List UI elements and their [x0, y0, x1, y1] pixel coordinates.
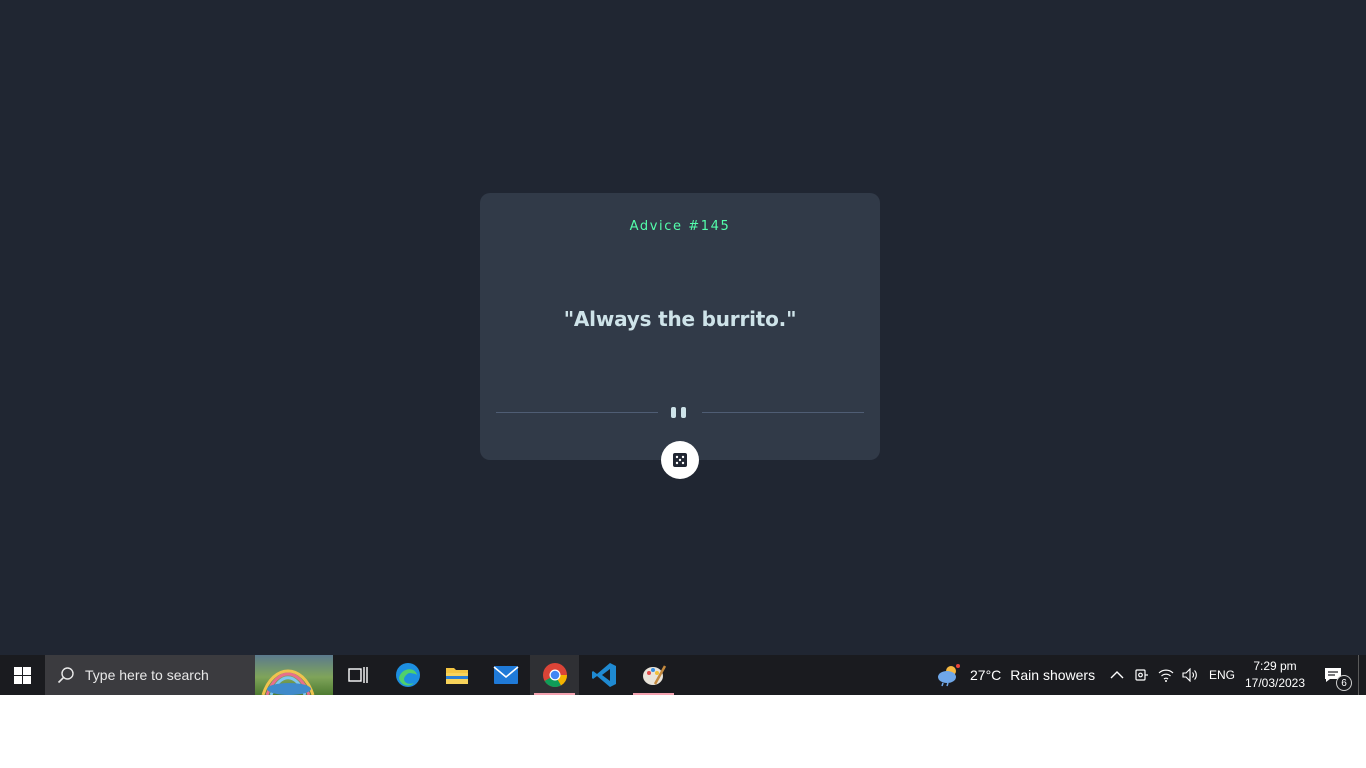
- advice-heading: Advice #145: [629, 219, 731, 234]
- vscode-taskbar-button[interactable]: [579, 655, 628, 695]
- chrome-icon: [542, 663, 567, 688]
- edge-taskbar-button[interactable]: [383, 655, 432, 695]
- pause-icon: [671, 407, 689, 419]
- action-center-button[interactable]: 6: [1316, 655, 1352, 695]
- browser-viewport: Advice #145 "Always the burrito.": [0, 0, 1366, 655]
- dice-icon: [673, 453, 687, 467]
- rain-cloud-icon: [938, 664, 960, 687]
- weather-widget[interactable]: 27°C Rain showers: [936, 655, 1095, 695]
- edge-icon: [395, 663, 420, 687]
- divider-line-right: [702, 412, 864, 413]
- new-advice-button[interactable]: [661, 441, 699, 479]
- pattern-divider: [496, 404, 864, 418]
- file-explorer-taskbar-button[interactable]: [432, 655, 481, 695]
- mail-taskbar-button[interactable]: [481, 655, 530, 695]
- language-indicator[interactable]: ENG: [1209, 655, 1235, 695]
- divider-line-left: [496, 412, 658, 413]
- taskbar-search-box[interactable]: Type here to search: [45, 655, 333, 696]
- search-highlight-image: [255, 655, 333, 696]
- volume-icon[interactable]: [1182, 668, 1198, 682]
- clock-time: 7:29 pm: [1253, 659, 1297, 673]
- start-button[interactable]: [0, 655, 44, 695]
- advice-quote: "Always the burrito.": [563, 307, 797, 331]
- file-explorer-icon: [445, 668, 468, 684]
- chrome-taskbar-button[interactable]: [530, 655, 579, 695]
- task-view-icon: [347, 667, 368, 683]
- clock-date: 17/03/2023: [1244, 676, 1306, 690]
- system-tray-icons: [1110, 655, 1198, 695]
- meet-now-icon[interactable]: [1134, 667, 1148, 683]
- paint-taskbar-button[interactable]: [629, 655, 678, 695]
- windows-logo-icon: [13, 666, 31, 684]
- windows-taskbar: Type here to search 27°C Rain showers EN…: [0, 655, 1366, 696]
- notification-count-badge: 6: [1336, 675, 1352, 691]
- weather-condition: Rain showers: [1010, 667, 1096, 683]
- paint-icon: [642, 665, 666, 685]
- mail-icon: [492, 666, 519, 684]
- search-icon: [57, 667, 74, 684]
- search-placeholder: Type here to search: [85, 667, 209, 683]
- clock[interactable]: 7:29 pm 17/03/2023: [1240, 655, 1310, 695]
- wifi-icon[interactable]: [1158, 668, 1174, 682]
- vscode-icon: [591, 663, 616, 687]
- weather-temperature: 27°C: [970, 667, 1002, 683]
- task-view-button[interactable]: [333, 655, 382, 695]
- advice-card: Advice #145 "Always the burrito.": [480, 193, 880, 460]
- screen-margin: [0, 695, 1366, 768]
- show-desktop-button[interactable]: [1358, 655, 1359, 695]
- chevron-up-icon[interactable]: [1110, 670, 1124, 680]
